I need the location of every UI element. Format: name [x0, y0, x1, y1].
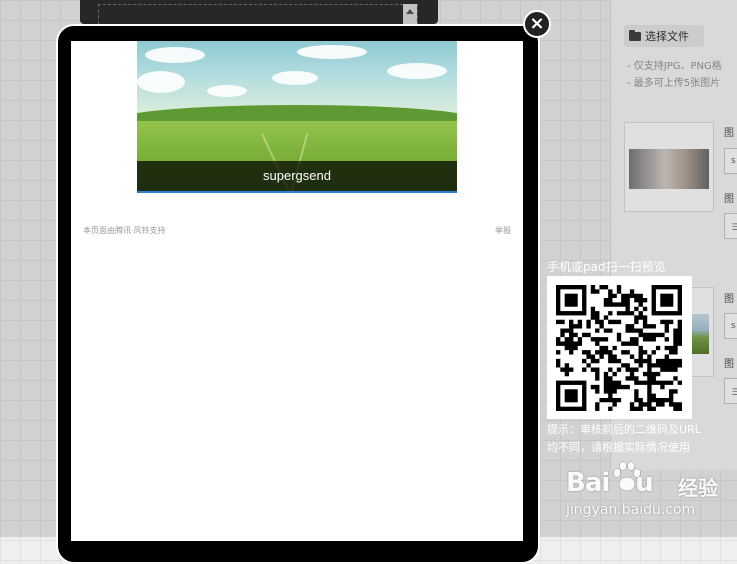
cloud: [137, 71, 185, 93]
watermark-brand-cn: 经验: [678, 476, 718, 500]
qr-code-box: [547, 276, 692, 419]
watermark-url: jingyan.baidu.com: [566, 502, 696, 518]
cloud: [387, 63, 447, 79]
baidu-jingyan-watermark: Bai u 经验 jingyan.baidu.com: [566, 458, 736, 533]
qr-tip: 提示：审核前后的二维码及URL均不同，请根据实际情况使用: [547, 423, 701, 454]
cloud: [145, 47, 205, 63]
cloud: [272, 71, 318, 85]
close-preview-button[interactable]: ×: [523, 10, 551, 38]
report-link[interactable]: 举报: [495, 225, 511, 236]
powered-by-text: 本页面由腾讯·风铃支持: [83, 226, 166, 235]
qr-code-icon: [556, 285, 682, 411]
qr-title: 手机或pad扫一扫预览: [547, 260, 666, 274]
cloud: [207, 85, 247, 97]
banner-caption: supergsend: [263, 168, 331, 183]
close-icon: ×: [529, 13, 545, 34]
cloud: [297, 45, 367, 59]
device-preview-screen: supergsend 本页面由腾讯·风铃支持 举报: [71, 41, 523, 541]
banner-image[interactable]: supergsend: [137, 41, 457, 193]
paw-icon: [613, 461, 641, 492]
